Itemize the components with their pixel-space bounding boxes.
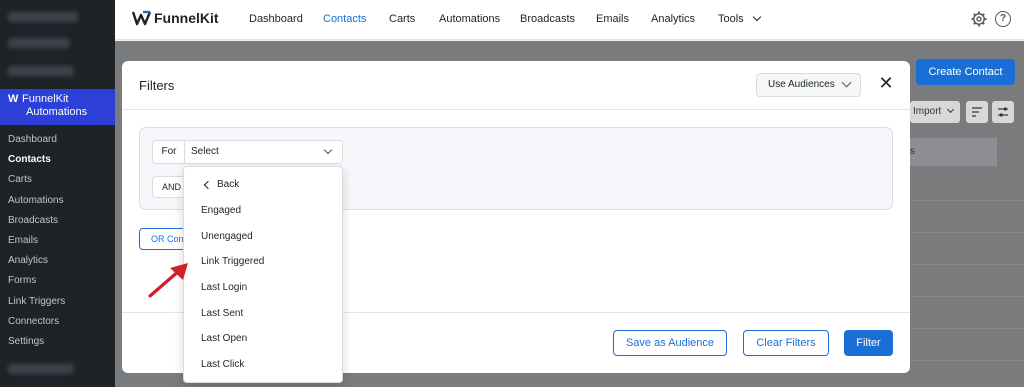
chevron-down-icon [323,145,333,155]
dropdown-back[interactable]: Back [184,174,342,196]
row-divider [910,360,1024,361]
dropdown-option-last-click[interactable]: Last Click [184,354,342,376]
row-divider [910,232,1024,233]
nav-dashboard[interactable]: Dashboard [249,13,303,25]
nav-emails[interactable]: Emails [596,13,629,25]
modal-title: Filters [139,78,175,93]
sidebar-item-emails[interactable]: Emails [0,231,115,251]
funnelkit-logo[interactable]: FunnelKit [132,10,219,26]
import-button[interactable]: Import [910,101,960,123]
gear-icon[interactable] [971,11,987,27]
close-icon[interactable]: ✕ [878,74,894,92]
back-label: Back [217,179,240,190]
chevron-down-icon [752,12,761,22]
sort-icon-graphic [972,107,982,117]
sidebar-item-forms[interactable]: Forms [0,271,115,291]
dropdown-option-unengaged[interactable]: Unengaged [184,226,342,248]
sidebar-menu-funnelkit[interactable]: W FunnelKit Automations [0,89,115,125]
sidebar-item-contacts[interactable]: Contacts [0,150,115,170]
nav-tools[interactable]: Tools [718,12,761,25]
use-audiences-dropdown[interactable]: Use Audiences [756,73,861,97]
admin-sidebar: W FunnelKit Automations Dashboard Contact… [0,0,115,387]
select-value: Select [191,146,219,157]
sidebar-brand-sublabel: Automations [26,106,88,118]
table-header: s [909,138,997,166]
save-as-audience-button[interactable]: Save as Audience [613,330,727,356]
sidebar-item-carts[interactable]: Carts [0,170,115,190]
annotation-arrow-icon [148,263,188,298]
chevron-down-icon [947,105,955,114]
sidebar-item-settings[interactable]: Settings [0,332,115,352]
filter-button[interactable]: Filter [844,330,893,356]
clear-filters-button[interactable]: Clear Filters [743,330,829,356]
row-divider [910,328,1024,329]
create-contact-button[interactable]: Create Contact [916,59,1015,85]
sidebar-brand-label: FunnelKit [22,93,69,105]
blurred-menu-item [8,38,70,48]
sidebar-item-connectors[interactable]: Connectors [0,312,115,332]
nav-analytics[interactable]: Analytics [651,13,695,25]
nav-tools-label: Tools [718,13,744,25]
blurred-menu-item [8,66,74,76]
blurred-menu-item [8,364,74,374]
sort-icon[interactable] [966,101,988,123]
top-navigation: FunnelKit Dashboard Contacts Carts Autom… [115,0,1024,40]
modal-header: Filters Use Audiences ✕ [122,61,910,110]
for-label: For [152,140,185,164]
sidebar-item-link-triggers[interactable]: Link Triggers [0,292,115,312]
nav-automations[interactable]: Automations [439,13,500,25]
dropdown-option-engaged[interactable]: Engaged [184,200,342,222]
import-label: Import [913,106,942,117]
dropdown-option-last-login[interactable]: Last Login [184,277,342,299]
nav-carts[interactable]: Carts [389,13,415,25]
sidebar-item-broadcasts[interactable]: Broadcasts [0,211,115,231]
logo-text: FunnelKit [154,10,219,26]
dropdown-option-last-open[interactable]: Last Open [184,328,342,350]
chevron-down-icon [841,77,852,88]
filter-settings-icon[interactable] [992,101,1014,123]
sliders-icon [998,107,1008,117]
sidebar-item-automations[interactable]: Automations [0,191,115,211]
blurred-menu-item [8,12,78,22]
nav-broadcasts[interactable]: Broadcasts [520,13,575,25]
row-divider [910,296,1024,297]
dropdown-option-link-triggered[interactable]: Link Triggered [184,251,342,273]
chevron-left-icon [203,180,213,190]
sidebar-item-analytics[interactable]: Analytics [0,251,115,271]
funnelkit-logo-icon: W [8,93,19,105]
filter-options-dropdown: Back Engaged Unengaged Link Triggered La… [183,166,343,383]
or-condition-button[interactable]: OR Con [139,228,187,250]
funnelkit-logo-icon [132,10,151,26]
row-divider [910,200,1024,201]
help-icon[interactable]: ? [995,11,1011,27]
sidebar-submenu: Dashboard Contacts Carts Automations Bro… [0,130,115,352]
row-divider [910,264,1024,265]
use-audiences-label: Use Audiences [768,79,835,90]
dropdown-option-last-sent[interactable]: Last Sent [184,303,342,325]
sidebar-item-dashboard[interactable]: Dashboard [0,130,115,150]
filter-field-select[interactable]: Select [184,140,343,164]
nav-contacts[interactable]: Contacts [323,13,366,25]
